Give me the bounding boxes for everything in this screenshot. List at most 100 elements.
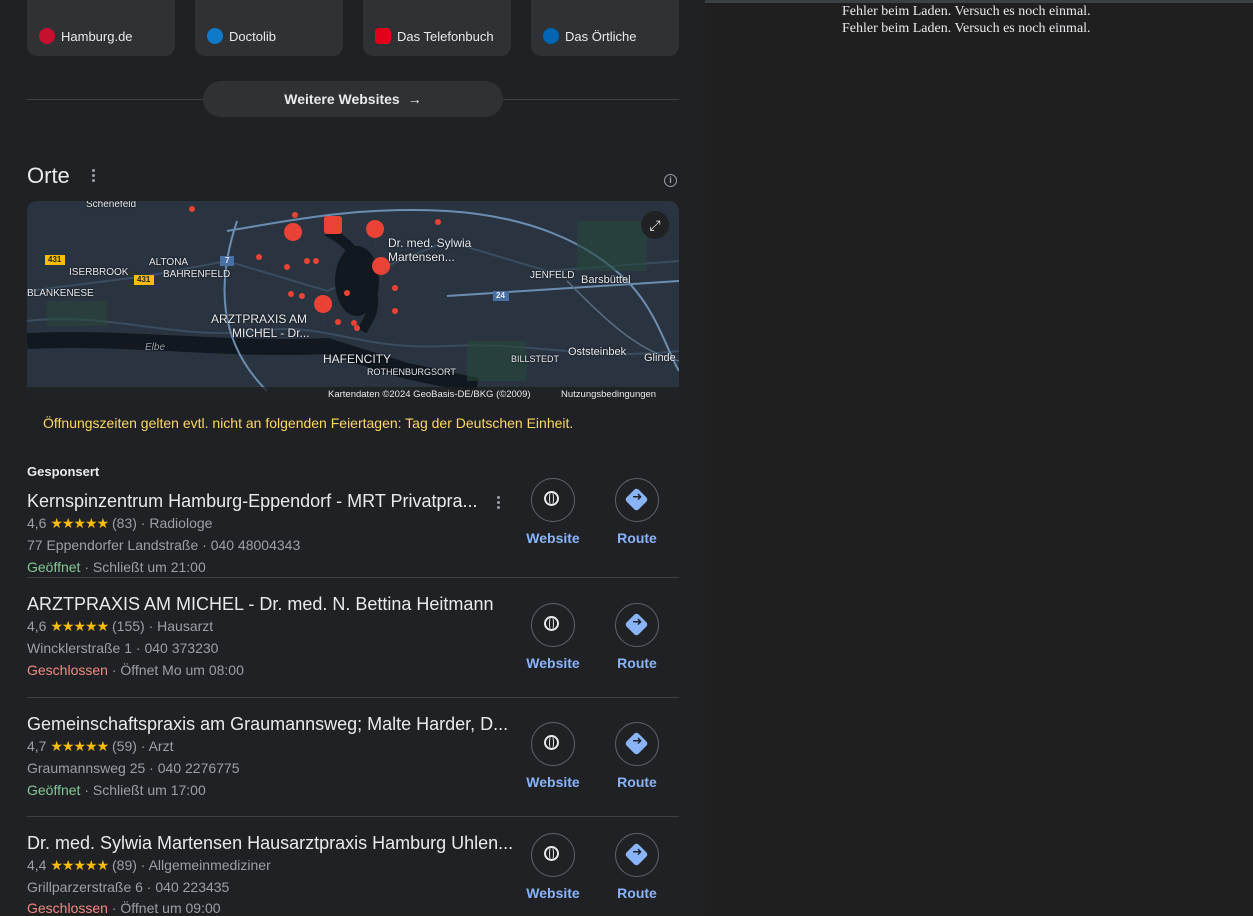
divider	[27, 577, 679, 578]
place-category: Hausarzt	[157, 618, 214, 634]
place-category: Radiologe	[149, 515, 213, 531]
website-button[interactable]: Website	[523, 603, 583, 671]
road-number: 431	[48, 255, 62, 264]
divider	[27, 697, 679, 698]
website-button[interactable]: Website	[523, 833, 583, 901]
holiday-notice: Öffnungszeiten gelten evtl. nicht an fol…	[43, 415, 574, 431]
divider	[27, 816, 679, 817]
route-button[interactable]: Route	[607, 478, 667, 546]
map-label: Barsbüttel	[581, 274, 631, 286]
map-attribution: Kartendaten ©2024 GeoBasis-DE/BKG (©2009…	[27, 387, 679, 401]
place-phone: 040 2276775	[157, 760, 240, 776]
doctolib-icon	[207, 28, 223, 44]
place-listing[interactable]: Dr. med. Sylwia Martensen Hausarztpraxis…	[27, 833, 679, 916]
hours-text: Schließt um 17:00	[92, 782, 206, 798]
map-terms-link[interactable]: Nutzungsbedingungen	[561, 389, 656, 400]
website-card-label: Das Telefonbuch	[397, 29, 494, 44]
map-label: Schenefeld	[86, 201, 137, 210]
arrow-right-icon: →	[407, 91, 422, 107]
website-card-doctolib[interactable]: Doctolib	[195, 0, 343, 56]
place-address: Wincklerstraße 1	[27, 640, 133, 656]
place-name[interactable]: Gemeinschaftspraxis am Graumannsweg; Mal…	[27, 714, 508, 735]
place-listing[interactable]: Gemeinschaftspraxis am Graumannsweg; Mal…	[27, 714, 679, 804]
hours-text: Schließt um 21:00	[92, 559, 206, 575]
rating-value: 4,7	[27, 738, 47, 754]
route-button[interactable]: Route	[607, 603, 667, 671]
info-icon[interactable]: i	[664, 174, 677, 187]
hamburg-icon	[39, 28, 55, 44]
expand-map-icon[interactable]: ⤢	[641, 211, 669, 239]
review-count: (59)	[112, 738, 137, 754]
rating-row: 4,6 ★★★★★ (83) · Radiologe	[27, 515, 213, 531]
review-count: (83)	[112, 515, 137, 531]
more-options-icon[interactable]	[92, 169, 96, 184]
road-number: 431	[137, 275, 151, 284]
more-websites-button[interactable]: Weitere Websites →	[203, 81, 503, 117]
address-row: Grillparzerstraße 6 · 040 223435	[27, 879, 230, 895]
directions-icon	[624, 842, 649, 867]
map-label: Rothenburgsort	[367, 367, 456, 377]
place-name[interactable]: ARZTPRAXIS AM MICHEL - Dr. med. N. Betti…	[27, 594, 493, 615]
map-copyright: Kartendaten ©2024 GeoBasis-DE/BKG (©2009…	[328, 389, 531, 400]
address-row: Graumannsweg 25 · 040 2276775	[27, 760, 240, 776]
section-title: Orte	[27, 163, 70, 188]
place-listing[interactable]: ARZTPRAXIS AM MICHEL - Dr. med. N. Betti…	[27, 594, 679, 684]
rating-value: 4,6	[27, 618, 47, 634]
globe-icon	[544, 616, 559, 631]
road-number: 7	[225, 256, 230, 265]
star-rating-icon: ★★★★★	[50, 618, 109, 634]
route-button[interactable]: Route	[607, 722, 667, 790]
map-label: Altona	[149, 257, 189, 268]
route-button[interactable]: Route	[607, 833, 667, 901]
star-rating-icon: ★★★★★	[50, 515, 109, 531]
open-status: Geöffnet	[27, 559, 81, 575]
oertliche-icon	[543, 28, 559, 44]
globe-icon	[544, 846, 559, 861]
review-count: (89)	[112, 857, 137, 873]
more-options-icon[interactable]	[497, 496, 501, 511]
website-card-hamburg[interactable]: Hamburg.de	[27, 0, 175, 56]
map-label: HafenCity	[323, 352, 392, 366]
error-message: Fehler beim Laden. Versuch es noch einma…	[842, 4, 1091, 19]
map-label: Billstedt	[511, 354, 560, 364]
map-label: Iserbrook	[69, 267, 129, 278]
directions-icon	[624, 731, 649, 756]
website-card-telefonbuch[interactable]: Das Telefonbuch	[363, 0, 511, 56]
sponsored-label: Gesponsert	[27, 464, 100, 479]
hours-text: Öffnet Mo um 08:00	[120, 662, 244, 678]
place-listing[interactable]: Kernspinzentrum Hamburg-Eppendorf - MRT …	[27, 478, 679, 575]
map-label: Martensen...	[388, 250, 455, 264]
review-count: (155)	[112, 618, 145, 634]
website-card-oertliche[interactable]: Das Örtliche	[531, 0, 679, 56]
map-label: Dr. med. Sylwia	[388, 236, 472, 250]
website-button[interactable]: Website	[523, 478, 583, 546]
star-rating-icon: ★★★★★	[50, 738, 109, 754]
place-phone: 040 223435	[155, 879, 230, 895]
globe-icon	[544, 735, 559, 750]
rating-row: 4,7 ★★★★★ (59) · Arzt	[27, 738, 174, 754]
website-button[interactable]: Website	[523, 722, 583, 790]
website-button-label: Website	[526, 885, 580, 901]
map-label: Blankenese	[27, 288, 94, 299]
open-status: Geöffnet	[27, 782, 81, 798]
route-button-label: Route	[617, 774, 657, 790]
error-message: Fehler beim Laden. Versuch es noch einma…	[842, 21, 1091, 36]
place-category: Arzt	[148, 738, 174, 754]
rating-row: 4,4 ★★★★★ (89) · Allgemeinmediziner	[27, 857, 271, 873]
map-graphics	[27, 201, 679, 401]
place-address: Graumannsweg 25	[27, 760, 146, 776]
map[interactable]: Schenefeld Altona Bahrenfeld Iserbrook B…	[27, 201, 679, 401]
website-card-label: Hamburg.de	[61, 29, 133, 44]
top-divider	[705, 0, 1253, 3]
map-label: Jenfeld	[530, 270, 575, 281]
closed-status: Geschlossen	[27, 662, 108, 678]
map-label: Glinde	[644, 352, 676, 364]
more-websites-label: Weitere Websites	[284, 91, 400, 107]
star-rating-icon: ★★★★★	[50, 857, 109, 873]
route-button-label: Route	[617, 655, 657, 671]
website-button-label: Website	[526, 774, 580, 790]
side-panel	[705, 0, 1253, 914]
place-address: 77 Eppendorfer Landstraße	[27, 537, 199, 553]
place-name[interactable]: Kernspinzentrum Hamburg-Eppendorf - MRT …	[27, 491, 478, 512]
place-name[interactable]: Dr. med. Sylwia Martensen Hausarztpraxis…	[27, 833, 513, 854]
